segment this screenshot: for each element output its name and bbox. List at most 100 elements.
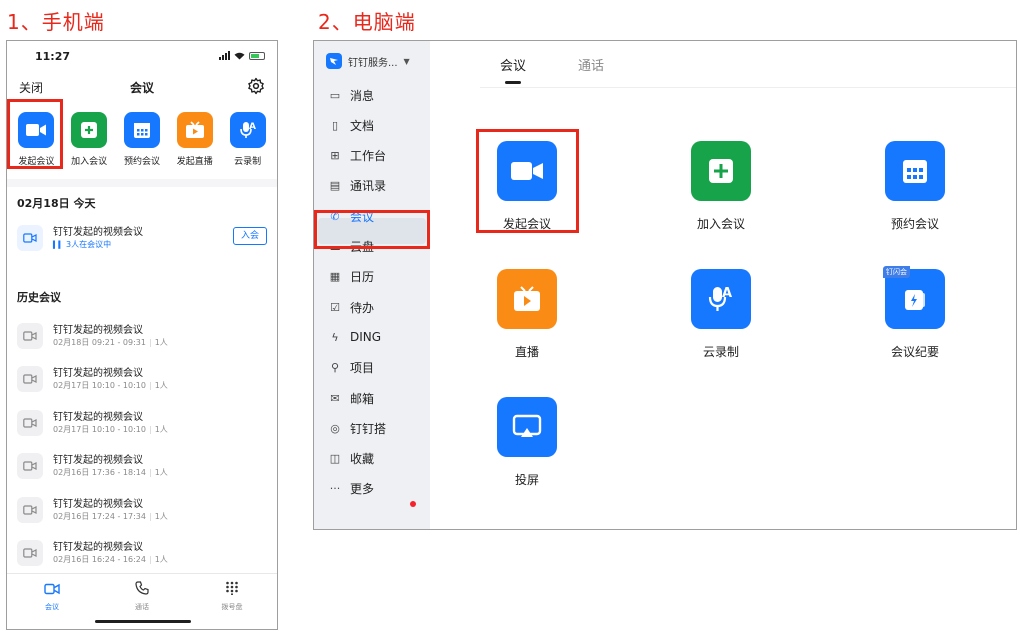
sidebar-item-label: 消息 xyxy=(350,88,375,103)
mic-a-icon: A xyxy=(229,112,266,148)
meeting-status-text: 3人在会议中 xyxy=(66,240,112,249)
signal-icon xyxy=(219,51,230,60)
dialpad-icon xyxy=(225,580,239,599)
sidebar-item-ding[interactable]: ϟ DING xyxy=(328,326,381,348)
sidebar-item-contacts[interactable]: ▤ 通讯录 xyxy=(328,175,386,197)
separator: | xyxy=(148,555,152,564)
tv-play-icon xyxy=(176,112,213,148)
sidebar-item-label: 通讯录 xyxy=(350,179,387,194)
tile-label: 加入会议 xyxy=(696,217,745,231)
history-time: 02月16日 16:24 - 16:24 xyxy=(53,555,146,564)
action-label: 云录制 xyxy=(234,157,262,167)
contacts-icon: ▤ xyxy=(329,179,341,193)
history-time: 02月18日 09:21 - 09:31 xyxy=(53,338,146,347)
history-meta: 02月16日 16:24 - 16:24 | 1人 xyxy=(53,554,168,565)
org-switcher[interactable]: 钉钉服务... ▼ xyxy=(326,53,410,69)
document-icon: ▯ xyxy=(331,118,339,132)
history-title: 钉钉发起的视频会议 xyxy=(53,542,143,553)
sidebar-item-label: 收藏 xyxy=(350,452,375,467)
sidebar-item-mail[interactable]: ✉ 邮箱 xyxy=(328,387,374,409)
status-time: 11:27 xyxy=(35,50,71,63)
video-camera-icon xyxy=(44,580,60,599)
history-title: 钉钉发起的视频会议 xyxy=(53,411,143,423)
sidebar-item-workbench[interactable]: ⊞ 工作台 xyxy=(328,145,386,167)
join-button[interactable]: 入会 xyxy=(233,227,267,245)
sidebar-item-project[interactable]: ⚲ 项目 xyxy=(328,357,374,379)
start-live-action[interactable]: 发起直播 xyxy=(170,105,220,179)
meeting-title: 钉钉发起的视频会议 xyxy=(53,227,143,238)
history-people: 1人 xyxy=(154,381,168,391)
action-label: 预约会议 xyxy=(123,157,160,167)
video-camera-icon xyxy=(17,453,43,480)
tab-dialpad[interactable]: 拨号盘 xyxy=(202,580,262,629)
tile-label: 预约会议 xyxy=(890,217,939,231)
home-indicator xyxy=(95,620,191,623)
schedule-meeting-tile[interactable]: 预约会议 xyxy=(855,141,975,232)
screen-cast-icon xyxy=(497,397,557,457)
tile-tag: 钉闪会 xyxy=(883,266,910,278)
notification-dot xyxy=(410,501,416,507)
favorite-icon: ◫ xyxy=(329,452,341,466)
history-title: 钉钉发起的视频会议 xyxy=(53,498,143,510)
history-time: 02月16日 17:36 - 18:14 xyxy=(53,468,146,478)
meeting-status: ▍▍ 3人在会议中 xyxy=(53,239,111,250)
sidebar-item-label: 文档 xyxy=(350,118,375,133)
video-camera-icon xyxy=(17,366,43,393)
action-label: 加入会议 xyxy=(71,157,108,167)
sidebar-item-calendar[interactable]: ▦ 日历 xyxy=(328,266,374,288)
sidebar-item-document[interactable]: ▯ 文档 xyxy=(328,114,374,136)
history-title: 钉钉发起的视频会议 xyxy=(53,368,143,380)
tile-label: 投屏 xyxy=(514,473,539,487)
history-meeting-row[interactable]: 钉钉发起的视频会议 02月17日 10:10 - 10:10 | 1人 xyxy=(17,362,267,402)
plus-icon xyxy=(71,112,108,148)
schedule-meeting-action[interactable]: 预约会议 xyxy=(117,105,167,179)
screen-cast-tile[interactable]: 投屏 xyxy=(467,397,587,488)
history-meeting-row[interactable]: 钉钉发起的视频会议 02月18日 09:21 - 09:31 | 1人 xyxy=(17,319,267,359)
desktop-window: 钉钉服务... ▼ ▭ 消息 ▯ 文档 ⊞ 工作台 ▤ 通讯录 ✆ 会议 ☁ 云盘 ▦ 日历 ☑ 待办 ϟ DIN… xyxy=(313,40,1017,530)
history-meeting-row[interactable]: 钉钉发起的视频会议 02月16日 16:24 - 16:24 | 1人 xyxy=(17,536,267,576)
video-camera-icon xyxy=(17,225,43,251)
dingda-icon: ◎ xyxy=(330,421,340,435)
action-label: 发起直播 xyxy=(176,157,213,167)
mail-icon: ✉ xyxy=(330,391,340,405)
tab-meeting[interactable]: 会议 xyxy=(22,580,82,629)
ongoing-meeting-row[interactable]: 钉钉发起的视频会议 ▍▍ 3人在会议中 入会 xyxy=(17,221,267,261)
calendar-icon xyxy=(123,112,160,148)
join-meeting-action[interactable]: 加入会议 xyxy=(64,105,114,179)
join-meeting-tile[interactable]: 加入会议 xyxy=(661,141,781,232)
svg-text:A: A xyxy=(722,286,732,301)
calendar-icon: ▦ xyxy=(329,270,341,284)
sidebar-item-more[interactable]: ··· 更多 xyxy=(328,478,374,500)
gear-icon[interactable] xyxy=(247,77,265,95)
wifi-icon xyxy=(234,52,245,60)
sidebar-item-favorite[interactable]: ◫ 收藏 xyxy=(328,448,374,470)
today-section: 02月18日 今天 钉钉发起的视频会议 ▍▍ 3人在会议中 入会 xyxy=(7,187,277,275)
cloud-record-action[interactable]: A 云录制 xyxy=(223,105,273,179)
highlight-box xyxy=(476,129,579,233)
history-time: 02月17日 10:10 - 10:10 xyxy=(53,381,146,391)
phone-section-label: 1、手机端 xyxy=(7,10,105,34)
history-people: 1人 xyxy=(154,468,168,478)
history-meta: 02月16日 17:24 - 17:34 | 1人 xyxy=(53,511,168,522)
phone-icon xyxy=(135,580,149,599)
meeting-minutes-tile[interactable]: 钉闪会 会议纪要 xyxy=(855,266,975,360)
desktop-section-label: 2、电脑端 xyxy=(318,10,416,34)
sidebar-item-todo[interactable]: ☑ 待办 xyxy=(328,296,374,318)
history-meeting-row[interactable]: 钉钉发起的视频会议 02月16日 17:36 - 18:14 | 1人 xyxy=(17,449,267,489)
caret-down-icon: ▼ xyxy=(403,56,410,66)
history-meeting-row[interactable]: 钉钉发起的视频会议 02月17日 10:10 - 10:10 | 1人 xyxy=(17,406,267,446)
phone-screen: 11:27 关闭 会议 发起会议 加入会议 预约会议 发起直播 A 云录制 02… xyxy=(6,40,278,630)
ding-icon: ϟ xyxy=(331,330,339,344)
tab-calls[interactable]: 通话 xyxy=(578,55,604,84)
tab-meeting[interactable]: 会议 xyxy=(500,55,526,84)
sidebar-item-message[interactable]: ▭ 消息 xyxy=(328,84,374,106)
highlight-box xyxy=(7,99,63,169)
sidebar-item-dingda[interactable]: ◎ 钉钉搭 xyxy=(328,417,386,439)
project-icon: ⚲ xyxy=(330,361,340,375)
cloud-record-tile[interactable]: A 云录制 xyxy=(661,269,781,360)
video-camera-icon xyxy=(17,540,43,566)
tab-label: 会议 xyxy=(45,603,59,611)
tab-label: 拨号盘 xyxy=(221,603,243,611)
live-tile[interactable]: 直播 xyxy=(467,269,587,360)
history-meeting-row[interactable]: 钉钉发起的视频会议 02月16日 17:24 - 17:34 | 1人 xyxy=(17,493,267,533)
